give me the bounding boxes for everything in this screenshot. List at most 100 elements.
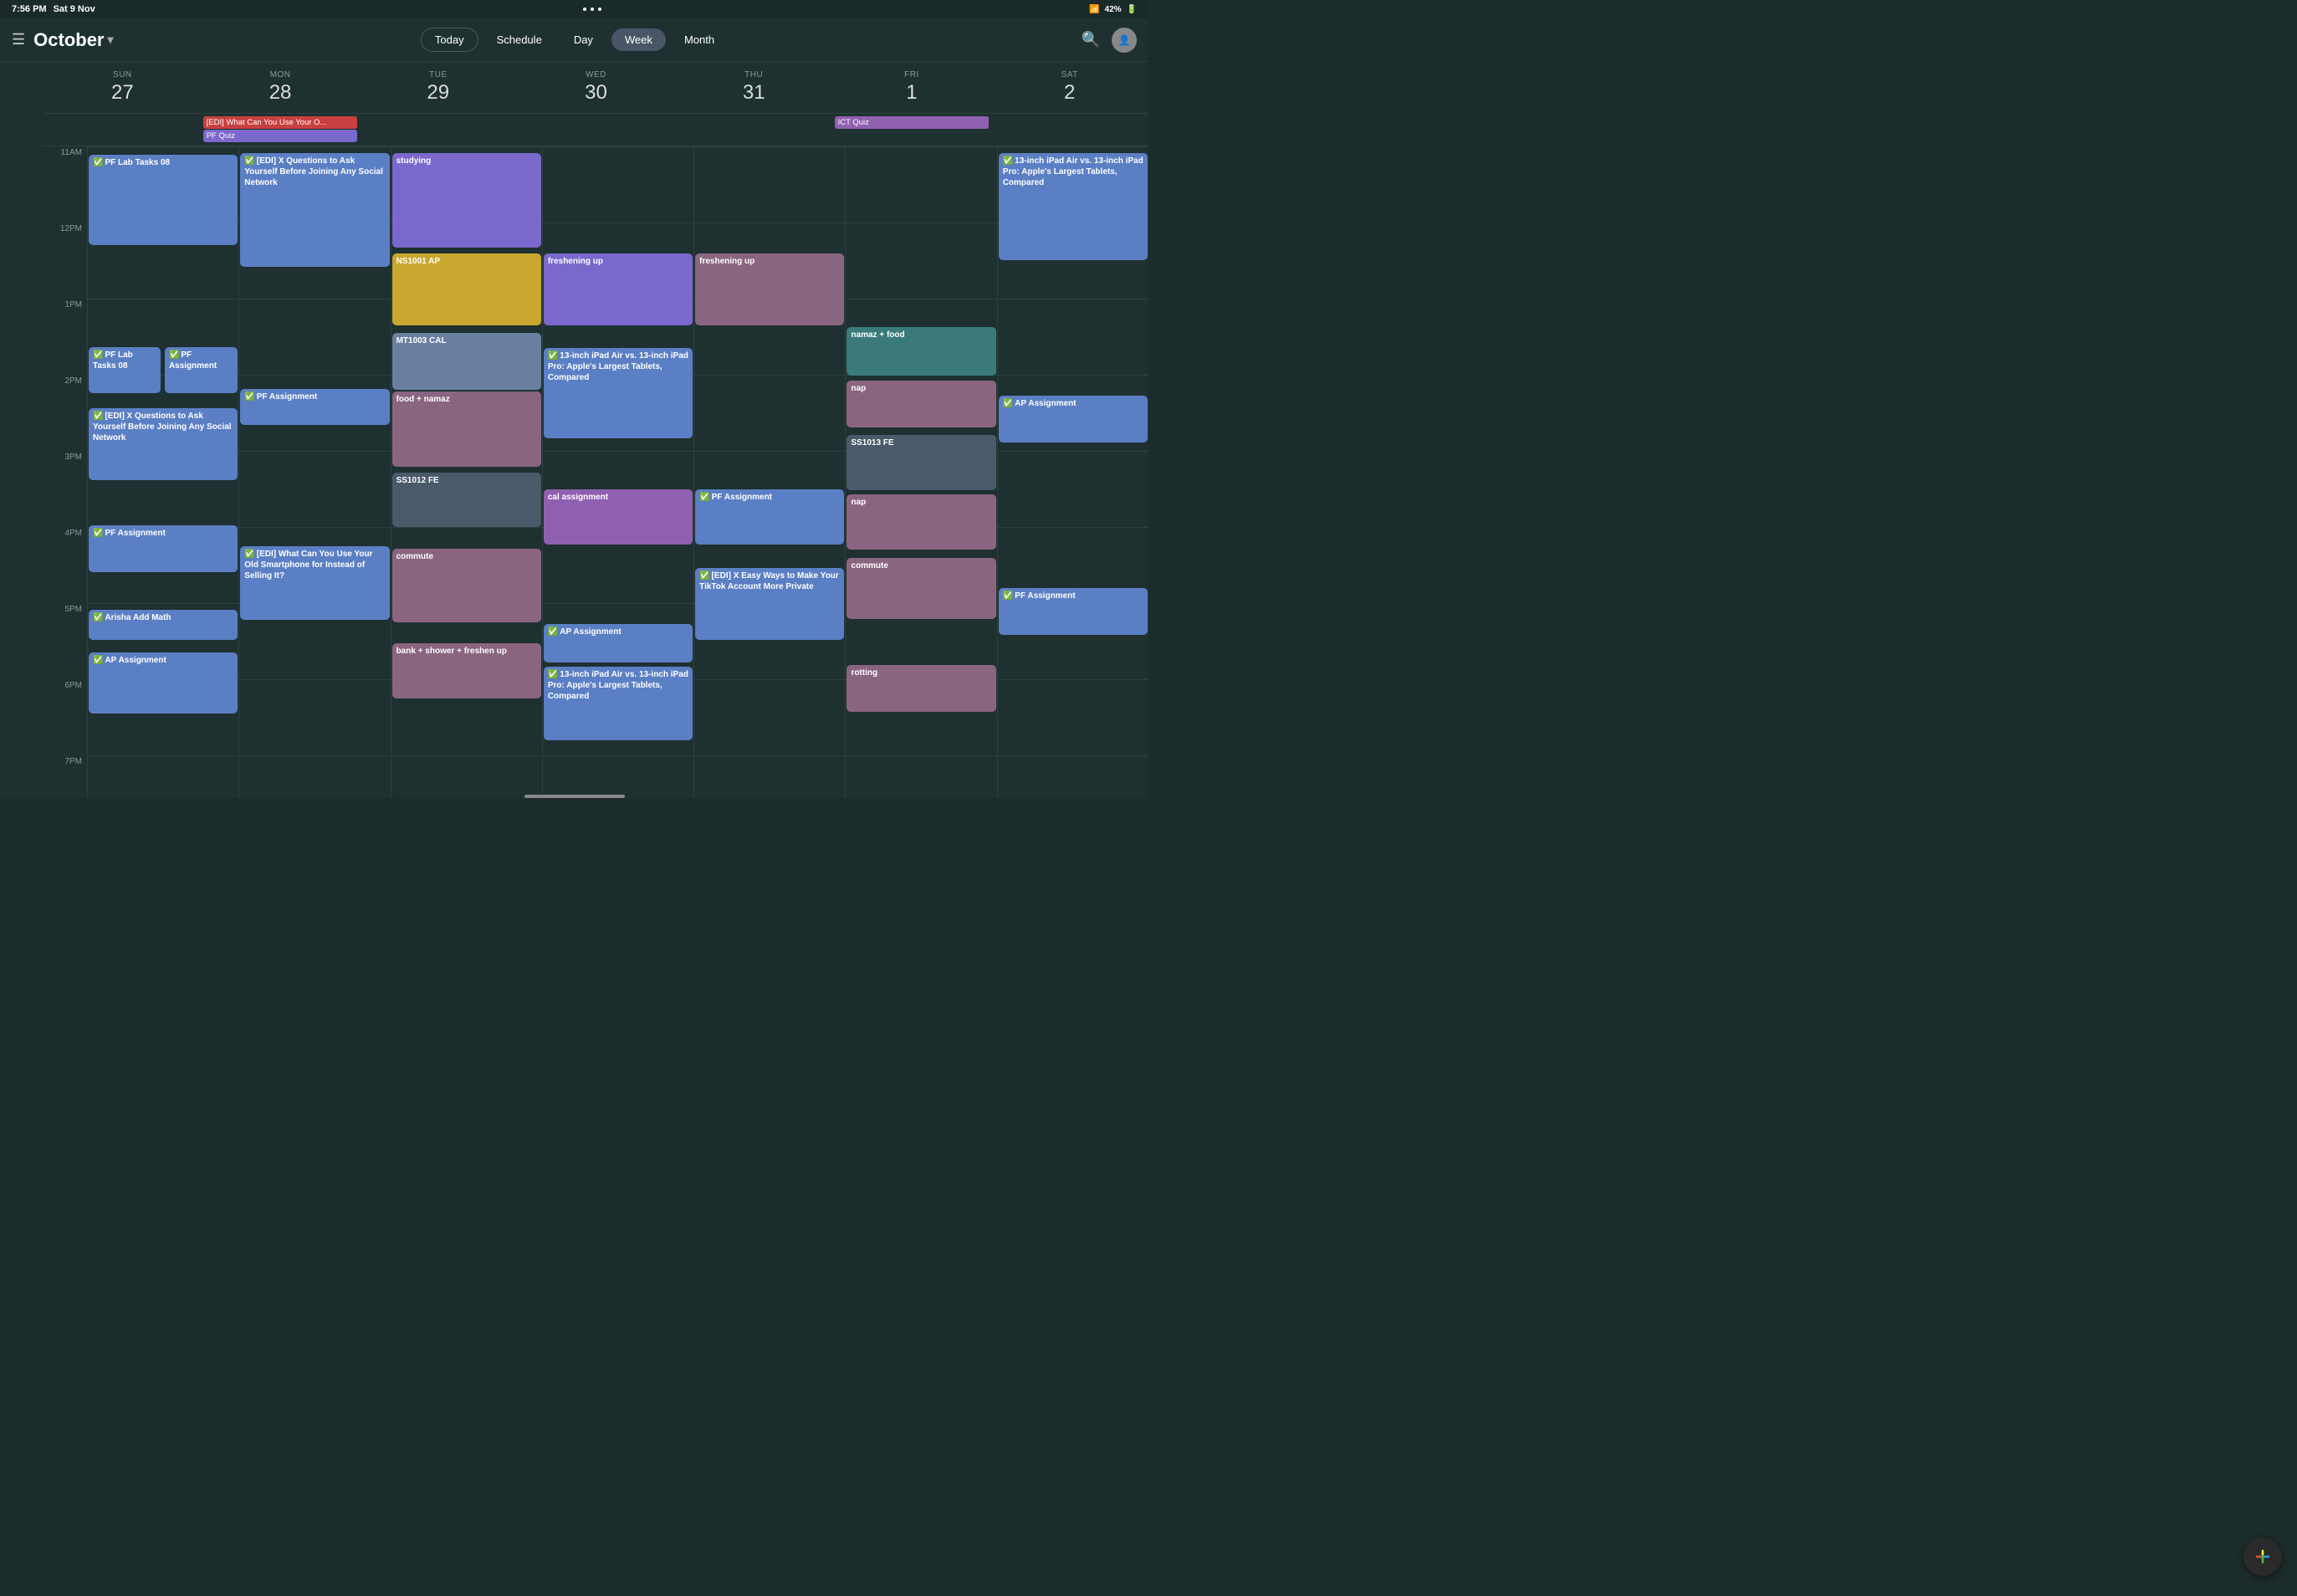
date-display: Sat 9 Nov <box>54 4 95 14</box>
col-mon: ✅[EDI] X Questions to Ask Yourself Befor… <box>238 146 390 798</box>
event-wed-freshening[interactable]: freshening up <box>544 253 693 325</box>
event-sat-ipad[interactable]: ✅13-inch iPad Air vs. 13-inch iPad Pro: … <box>999 153 1148 260</box>
nav-today[interactable]: Today <box>421 28 478 52</box>
plus-icon <box>2253 1547 2273 1567</box>
calendar-container: SUN 27 MON 28 TUE 29 WED 30 THU 31 FRI 1 <box>0 62 1148 798</box>
event-mon-edi2[interactable]: ✅[EDI] What Can You Use Your Old Smartph… <box>240 546 389 620</box>
scroll-indicator <box>524 795 625 798</box>
status-dots <box>583 8 601 11</box>
allday-event-pfquiz[interactable]: PF Quiz <box>203 130 358 142</box>
app-header: ☰ October ▾ Today Schedule Day Week Mont… <box>0 18 1148 62</box>
event-wed-cal[interactable]: cal assignment <box>544 489 693 545</box>
event-tue-ss1012[interactable]: SS1012 FE <box>392 473 541 527</box>
time-4pm: 4PM <box>43 527 87 603</box>
col-fri: namaz + food nap SS1013 FE nap commute <box>845 146 996 798</box>
header-left: ☰ October ▾ <box>12 29 386 51</box>
event-fri-nap1[interactable]: nap <box>847 381 995 427</box>
time-column <box>0 62 43 798</box>
allday-sun <box>43 115 202 144</box>
event-sat-pfassign[interactable]: ✅PF Assignment <box>999 588 1148 635</box>
days-grid: .day-col::before { content: ''; } .hl { … <box>87 146 1148 798</box>
day-header-thu: THU 31 <box>675 62 833 113</box>
time-labels: 11AM 12PM 1PM 2PM 3PM 4PM 5PM 6PM 7PM <box>43 146 87 798</box>
fab-button[interactable] <box>2243 1537 2282 1576</box>
event-sun-pflab1[interactable]: ✅PF Lab Tasks 08 <box>89 155 238 245</box>
event-thu-tiktok[interactable]: ✅[EDI] X Easy Ways to Make Your TikTok A… <box>695 568 844 640</box>
day-header-tue: TUE 29 <box>359 62 517 113</box>
event-tue-bank[interactable]: bank + shower + freshen up <box>392 643 541 698</box>
time-7pm: 7PM <box>43 755 87 798</box>
col-sat: ✅13-inch iPad Air vs. 13-inch iPad Pro: … <box>997 146 1148 798</box>
time-5pm: 5PM <box>43 603 87 679</box>
dot1 <box>583 8 586 11</box>
wed-label: WED <box>586 70 606 79</box>
event-fri-commute[interactable]: commute <box>847 558 995 619</box>
header-right: 🔍 👤 <box>762 28 1137 53</box>
allday-sat <box>990 115 1148 144</box>
nav-day[interactable]: Day <box>560 28 606 51</box>
event-fri-rotting[interactable]: rotting <box>847 665 995 712</box>
event-thu-pfassign[interactable]: ✅PF Assignment <box>695 489 844 545</box>
sun-number: 27 <box>111 81 134 105</box>
col-thu: freshening up ✅PF Assignment ✅[EDI] X Ea… <box>693 146 845 798</box>
chevron-down-icon: ▾ <box>108 33 114 47</box>
wed-number: 30 <box>585 81 607 105</box>
month-title[interactable]: October ▾ <box>33 29 113 51</box>
time-grid: 11AM 12PM 1PM 2PM 3PM 4PM 5PM 6PM 7PM .d… <box>43 146 1148 798</box>
col-wed: freshening up ✅13-inch iPad Air vs. 13-i… <box>542 146 693 798</box>
event-wed-apassign[interactable]: ✅AP Assignment <box>544 624 693 662</box>
fri-label: FRI <box>904 70 919 79</box>
day-header-sat: SAT 2 <box>990 62 1148 113</box>
battery-icon: 🔋 <box>1127 5 1137 14</box>
dot3 <box>598 8 601 11</box>
event-sat-apassign[interactable]: ✅AP Assignment <box>999 396 1148 442</box>
event-sun-pfassign2[interactable]: ✅PF Assignment <box>89 525 238 572</box>
time-12pm: 12PM <box>43 223 87 299</box>
allday-event-ict[interactable]: ICT Quiz <box>835 116 990 129</box>
event-tue-mt1003[interactable]: MT1003 CAL <box>392 333 541 390</box>
time-3pm: 3PM <box>43 451 87 527</box>
allday-tue <box>359 115 517 144</box>
event-fri-nap2[interactable]: nap <box>847 494 995 550</box>
event-tue-commute[interactable]: commute <box>392 549 541 622</box>
sat-label: SAT <box>1062 70 1078 79</box>
time-1pm: 1PM <box>43 299 87 375</box>
event-tue-ns1001[interactable]: NS1001 AP <box>392 253 541 325</box>
menu-button[interactable]: ☰ <box>12 31 25 49</box>
status-indicators: 📶 42% 🔋 <box>1089 5 1137 14</box>
avatar[interactable]: 👤 <box>1112 28 1137 53</box>
search-icon[interactable]: 🔍 <box>1082 31 1100 49</box>
event-sun-apassign[interactable]: ✅AP Assignment <box>89 652 238 714</box>
thu-number: 31 <box>743 81 765 105</box>
allday-event-edi[interactable]: [EDI] What Can You Use Your O... <box>203 116 358 129</box>
event-fri-ss1013[interactable]: SS1013 FE <box>847 435 995 490</box>
event-tue-food[interactable]: food + namaz <box>392 391 541 467</box>
month-label: October <box>33 29 104 51</box>
event-sun-edi[interactable]: ✅[EDI] X Questions to Ask Yourself Befor… <box>89 408 238 480</box>
event-sun-pflab2[interactable]: ✅PF Lab Tasks 08 <box>89 347 161 393</box>
event-tue-studying[interactable]: studying <box>392 153 541 248</box>
event-wed-ipad2[interactable]: ✅13-inch iPad Air vs. 13-inch iPad Pro: … <box>544 667 693 740</box>
event-sun-pfassign1[interactable]: ✅PF Assignment <box>165 347 238 393</box>
tue-label: TUE <box>429 70 448 79</box>
nav-month[interactable]: Month <box>671 28 728 51</box>
day-header-fri: FRI 1 <box>833 62 991 113</box>
wifi-icon: 📶 <box>1089 5 1099 14</box>
event-thu-freshening[interactable]: freshening up <box>695 253 844 325</box>
col-sun: ✅PF Lab Tasks 08 ✅PF Lab Tasks 08 ✅PF As… <box>87 146 238 798</box>
col-tue: studying NS1001 AP MT1003 CAL food + nam… <box>391 146 542 798</box>
event-sun-arisha[interactable]: ✅Arisha Add Math <box>89 610 238 640</box>
nav-schedule[interactable]: Schedule <box>483 28 555 51</box>
day-headers: SUN 27 MON 28 TUE 29 WED 30 THU 31 FRI 1 <box>43 62 1148 114</box>
event-wed-ipad1[interactable]: ✅13-inch iPad Air vs. 13-inch iPad Pro: … <box>544 348 693 438</box>
time-11am: 11AM <box>43 146 87 223</box>
calendar-body[interactable]: 11AM 12PM 1PM 2PM 3PM 4PM 5PM 6PM 7PM .d… <box>43 146 1148 798</box>
event-mon-edi[interactable]: ✅[EDI] X Questions to Ask Yourself Befor… <box>240 153 389 267</box>
allday-mon: [EDI] What Can You Use Your O... PF Quiz <box>202 115 360 144</box>
event-fri-namaz[interactable]: namaz + food <box>847 327 995 376</box>
time-col-header <box>0 62 43 114</box>
event-mon-pfassign[interactable]: ✅PF Assignment <box>240 389 389 425</box>
time-2pm: 2PM <box>43 375 87 451</box>
nav-week[interactable]: Week <box>611 28 666 51</box>
fri-number: 1 <box>906 81 917 105</box>
